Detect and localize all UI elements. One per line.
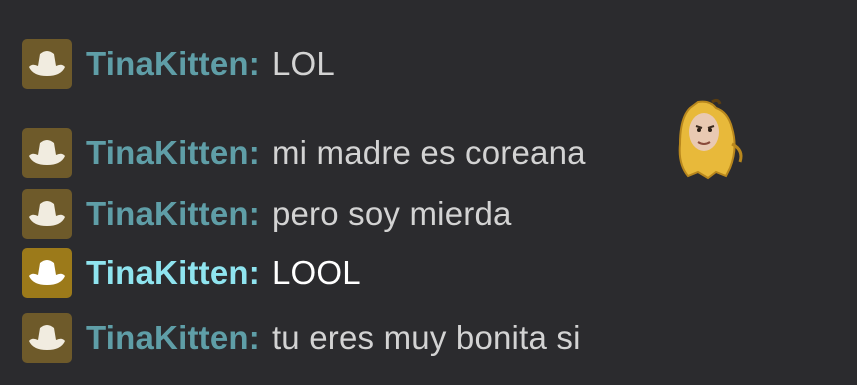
chat-message-text: tu eres muy bonita si: [271, 319, 581, 356]
chat-username[interactable]: TinaKitten: [86, 254, 249, 292]
chat-log: TinaKitten: LOL TinaKitten: mi madre es …: [0, 0, 857, 385]
cowboy-hat-icon[interactable]: [22, 128, 72, 178]
chat-username[interactable]: TinaKitten: [86, 134, 249, 172]
chat-message: TinaKitten: mi madre es coreana: [22, 127, 586, 179]
chat-username[interactable]: TinaKitten: [86, 319, 249, 357]
chat-username[interactable]: TinaKitten: [86, 45, 249, 83]
chat-message: TinaKitten: pero soy mierda: [22, 188, 512, 240]
chat-separator: :: [248, 254, 260, 291]
chat-message-text: LOL: [271, 45, 335, 82]
chat-message-text: mi madre es coreana: [271, 134, 586, 171]
chat-separator: :: [248, 134, 260, 171]
chat-username[interactable]: TinaKitten: [86, 195, 249, 233]
chat-message-highlighted: TinaKitten: LOOL: [22, 247, 361, 299]
smiling-banana-face-emote[interactable]: [668, 98, 748, 182]
chat-separator: :: [248, 45, 260, 82]
chat-message-text: pero soy mierda: [271, 195, 512, 232]
chat-message-text: LOOL: [271, 254, 361, 291]
chat-separator: :: [248, 195, 260, 232]
chat-message: TinaKitten: tu eres muy bonita si: [22, 312, 581, 364]
cowboy-hat-icon[interactable]: [22, 313, 72, 363]
cowboy-hat-icon[interactable]: [22, 189, 72, 239]
chat-separator: :: [248, 319, 260, 356]
chat-message: TinaKitten: LOL: [22, 38, 335, 90]
cowboy-hat-icon[interactable]: [22, 39, 72, 89]
cowboy-hat-icon[interactable]: [22, 248, 72, 298]
